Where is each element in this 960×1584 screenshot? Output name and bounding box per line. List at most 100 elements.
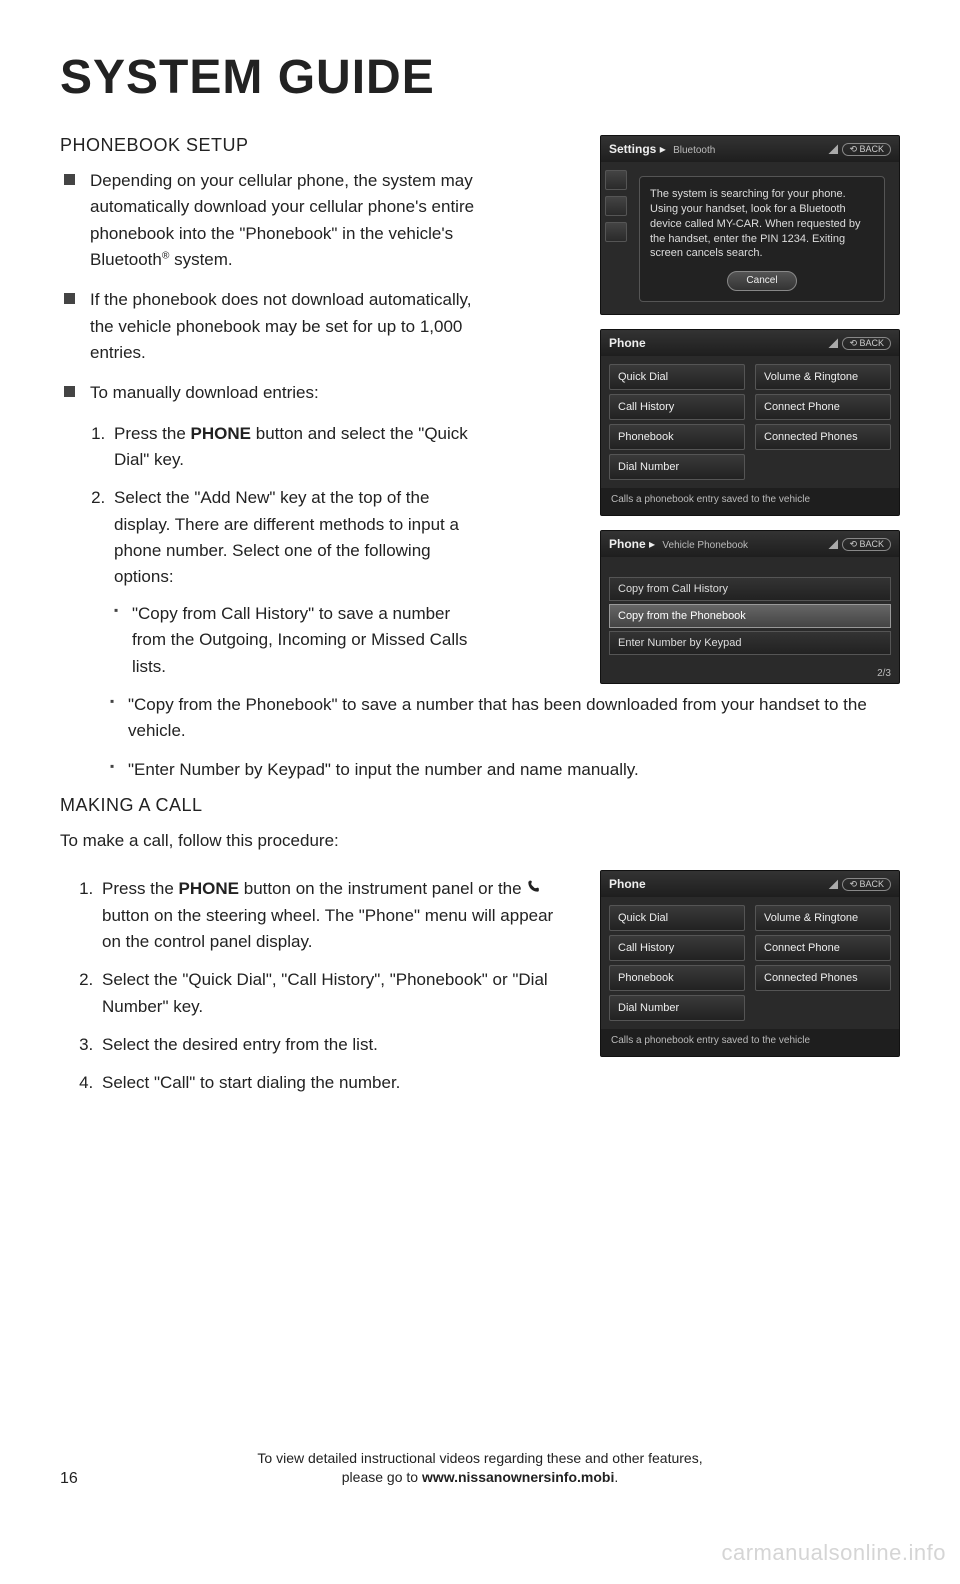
page-title: SYSTEM GUIDE <box>60 50 900 105</box>
menu-item-connect-phone[interactable]: Connect Phone <box>755 935 891 961</box>
screenshot-holder: Phone ⟲ BACK Quick Dial Call History <box>600 866 900 1108</box>
list-item: Depending on your cellular phone, the sy… <box>90 168 480 273</box>
signal-icon <box>828 338 838 348</box>
making-a-call-section: MAKING A CALL To make a call, follow thi… <box>60 795 900 1109</box>
menu-item-dial-number[interactable]: Dial Number <box>609 995 745 1021</box>
chevron-right-icon: ▸ <box>660 142 666 156</box>
footer-line2: please go to www.nissanownersinfo.mobi. <box>60 1468 900 1488</box>
watermark: carmanualsonline.info <box>721 1540 946 1566</box>
numbered-list: Press the PHONE button and select the "Q… <box>60 421 480 680</box>
screenshot-caption: Calls a phonebook entry saved to the veh… <box>601 488 899 515</box>
side-strip-icons <box>605 170 627 242</box>
menu-item-connect-phone[interactable]: Connect Phone <box>755 394 891 420</box>
menu-left-col: Quick Dial Call History Phonebook Dial N… <box>609 364 745 480</box>
screenshot-vehicle-phonebook: Phone ▸ Vehicle Phonebook ⟲ BACK Copy fr… <box>600 530 900 684</box>
footer-text: . <box>614 1469 618 1485</box>
list-item-copy-call-history[interactable]: Copy from Call History <box>609 577 891 601</box>
footer-line1: To view detailed instructional videos re… <box>60 1449 900 1469</box>
breadcrumb: Phone ▸ Vehicle Phonebook <box>609 537 748 551</box>
back-button-label: BACK <box>859 879 884 889</box>
list-item: Select the "Add New" key at the top of t… <box>110 485 480 679</box>
screenshot-body: Quick Dial Call History Phonebook Dial N… <box>601 897 899 1029</box>
signal-icon <box>828 879 838 889</box>
content-block: Settings ▸ Bluetooth ⟲ BACK The system i… <box>60 135 900 1109</box>
screenshot-body: The system is searching for your phone. … <box>601 162 899 315</box>
body-text: Select the "Add New" key at the top of t… <box>114 488 459 586</box>
sub-bullet-list: "Copy from Call History" to save a numbe… <box>114 601 480 680</box>
body-text: Press the <box>102 879 179 898</box>
signal-icon <box>828 144 838 154</box>
menu-item-phonebook[interactable]: Phonebook <box>609 965 745 991</box>
menu-item-volume-ringtone[interactable]: Volume & Ringtone <box>755 905 891 931</box>
back-button[interactable]: ⟲ BACK <box>842 538 891 551</box>
back-button[interactable]: ⟲ BACK <box>842 143 891 156</box>
breadcrumb: Settings ▸ Bluetooth <box>609 142 715 156</box>
menu-left-col: Quick Dial Call History Phonebook Dial N… <box>609 905 745 1021</box>
bullet-list: Depending on your cellular phone, the sy… <box>60 168 480 407</box>
list-item: Select the desired entry from the list. <box>98 1032 576 1058</box>
list-item-copy-phonebook[interactable]: Copy from the Phonebook <box>609 604 891 628</box>
list-item: Press the PHONE button and select the "Q… <box>110 421 480 474</box>
chevron-right-icon: ▸ <box>649 537 655 551</box>
list-item: To manually download entries: <box>90 380 480 406</box>
menu-item-volume-ringtone[interactable]: Volume & Ringtone <box>755 364 891 390</box>
screenshot-header: Settings ▸ Bluetooth ⟲ BACK <box>601 136 899 162</box>
menu-item-quick-dial[interactable]: Quick Dial <box>609 364 745 390</box>
screenshot-header: Phone ⟲ BACK <box>601 330 899 356</box>
menu-item-call-history[interactable]: Call History <box>609 394 745 420</box>
section-heading-making-call: MAKING A CALL <box>60 795 900 816</box>
list-item: Select the "Quick Dial", "Call History",… <box>98 967 576 1020</box>
menu-item-quick-dial[interactable]: Quick Dial <box>609 905 745 931</box>
status-icons: ⟲ BACK <box>828 538 891 551</box>
body-text: button on the instrument panel or the <box>239 879 526 898</box>
status-icons: ⟲ BACK <box>828 878 891 891</box>
footer-link[interactable]: www.nissanownersinfo.mobi <box>422 1469 614 1485</box>
back-button[interactable]: ⟲ BACK <box>842 878 891 891</box>
list-item: If the phonebook does not download autom… <box>90 287 480 366</box>
breadcrumb-root: Settings <box>609 142 656 156</box>
cancel-button[interactable]: Cancel <box>727 271 796 291</box>
breadcrumb-root: Phone <box>609 336 646 350</box>
back-button-label: BACK <box>859 539 884 549</box>
menu-item-call-history[interactable]: Call History <box>609 935 745 961</box>
screenshot-phone-menu-2: Phone ⟲ BACK Quick Dial Call History <box>600 870 900 1057</box>
back-button-label: BACK <box>859 144 884 154</box>
menu-item-connected-phones[interactable]: Connected Phones <box>755 424 891 450</box>
screenshot-header: Phone ▸ Vehicle Phonebook ⟲ BACK <box>601 531 899 557</box>
list-item: Press the PHONE button on the instrument… <box>98 876 576 955</box>
numbered-list: Press the PHONE button on the instrument… <box>60 876 576 1096</box>
status-icons: ⟲ BACK <box>828 337 891 350</box>
list-item: "Enter Number by Keypad" to input the nu… <box>128 757 900 783</box>
making-call-body: Press the PHONE button on the instrument… <box>60 866 900 1108</box>
breadcrumb-leaf: Bluetooth <box>673 145 715 156</box>
menu-right-col: Volume & Ringtone Connect Phone Connecte… <box>755 905 891 1021</box>
menu-item-dial-number[interactable]: Dial Number <box>609 454 745 480</box>
screenshots-column: Settings ▸ Bluetooth ⟲ BACK The system i… <box>600 135 900 698</box>
dialog-text: The system is searching for your phone. … <box>650 187 874 261</box>
making-call-text: Press the PHONE button on the instrument… <box>60 866 576 1108</box>
intro-text: To make a call, follow this procedure: <box>60 828 900 854</box>
pager-indicator: 2/3 <box>601 666 899 683</box>
body-text: Press the <box>114 424 191 443</box>
list-item: Select "Call" to start dialing the numbe… <box>98 1070 576 1096</box>
breadcrumb-leaf: Vehicle Phonebook <box>662 540 748 551</box>
list-item-enter-keypad[interactable]: Enter Number by Keypad <box>609 631 891 655</box>
breadcrumb-root: Phone <box>609 877 646 891</box>
screenshot-header: Phone ⟲ BACK <box>601 871 899 897</box>
menu-item-connected-phones[interactable]: Connected Phones <box>755 965 891 991</box>
body-text: button on the steering wheel. The "Phone… <box>102 906 553 951</box>
breadcrumb-root: Phone <box>609 537 646 551</box>
phone-handset-icon <box>526 877 540 897</box>
menu-right-col: Volume & Ringtone Connect Phone Connecte… <box>755 364 891 480</box>
signal-icon <box>828 539 838 549</box>
menu-item-phonebook[interactable]: Phonebook <box>609 424 745 450</box>
footer-text: please go to <box>342 1469 422 1485</box>
search-dialog: The system is searching for your phone. … <box>639 176 885 302</box>
body-text: Depending on your cellular phone, the sy… <box>90 171 474 269</box>
list-item: "Copy from the Phonebook" to save a numb… <box>128 692 900 745</box>
list-item: "Copy from Call History" to save a numbe… <box>132 601 480 680</box>
screenshot-body: Copy from Call History Copy from the Pho… <box>601 557 899 666</box>
back-button[interactable]: ⟲ BACK <box>842 337 891 350</box>
page-root: SYSTEM GUIDE Settings ▸ Bluetooth ⟲ BACK <box>0 0 960 1584</box>
footer-note: To view detailed instructional videos re… <box>60 1449 900 1488</box>
